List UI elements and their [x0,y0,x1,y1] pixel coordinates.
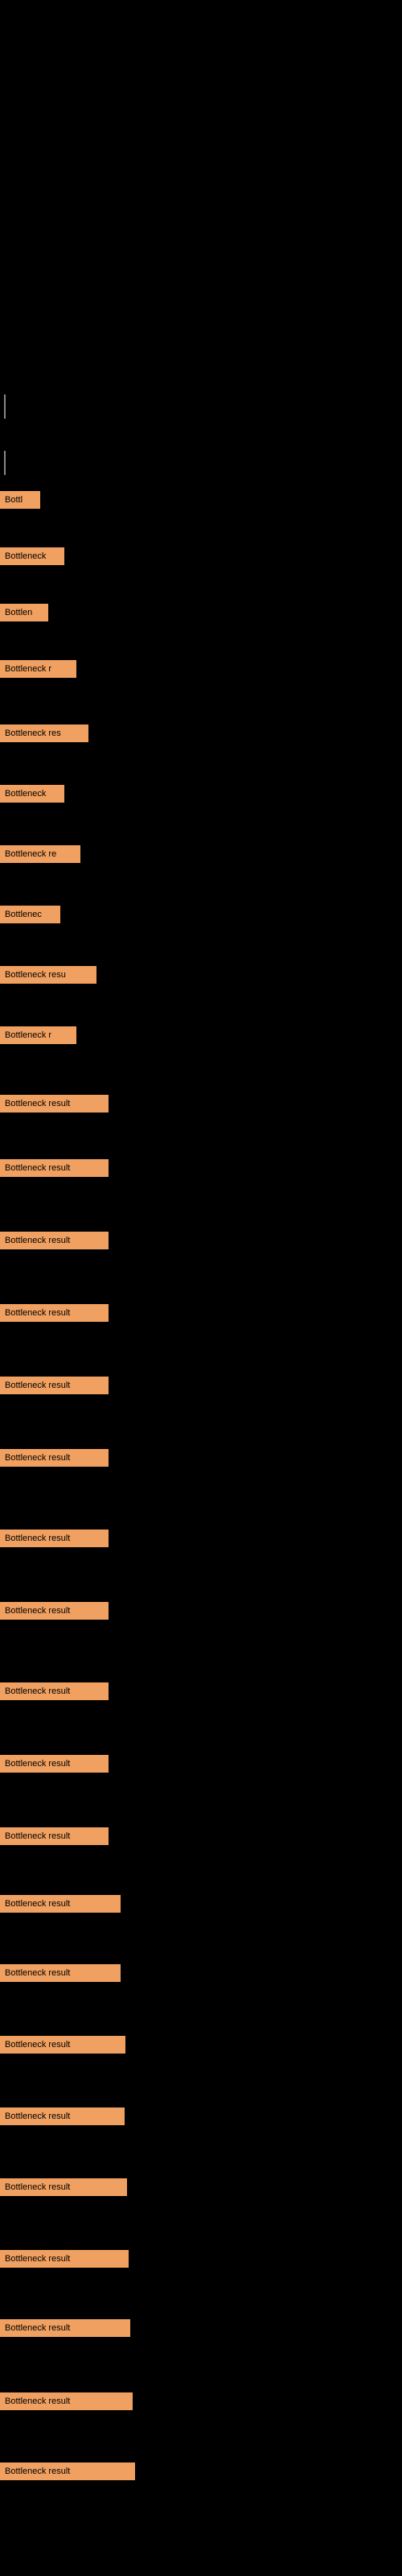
bottleneck-result-item[interactable]: Bottleneck result [0,1682,109,1700]
cursor-line [4,394,6,419]
cursor-line [4,451,6,475]
bottleneck-result-item[interactable]: Bottleneck result [0,1377,109,1394]
bottleneck-result-item[interactable]: Bottleneck result [0,1964,121,1982]
bottleneck-result-item[interactable]: Bottlen [0,604,48,621]
bottleneck-result-item[interactable]: Bottleneck res [0,724,88,742]
bottleneck-result-item[interactable]: Bottleneck r [0,660,76,678]
bottleneck-result-item[interactable]: Bottleneck result [0,1530,109,1547]
bottleneck-result-item[interactable]: Bottleneck result [0,1449,109,1467]
bottleneck-result-item[interactable]: Bottleneck re [0,845,80,863]
bottleneck-result-item[interactable]: Bottleneck result [0,1232,109,1249]
bottleneck-result-item[interactable]: Bottleneck result [0,2178,127,2196]
bottleneck-result-item[interactable]: Bottleneck result [0,1095,109,1113]
bottleneck-result-item[interactable]: Bottleneck result [0,1159,109,1177]
site-title [0,4,402,10]
bottleneck-result-item[interactable]: Bottleneck resu [0,966,96,984]
bottleneck-result-item[interactable]: Bottleneck result [0,1755,109,1773]
bottleneck-result-item[interactable]: Bottleneck result [0,2392,133,2410]
bottleneck-result-item[interactable]: Bottleneck result [0,2319,130,2337]
bottleneck-result-item[interactable]: Bottleneck result [0,1827,109,1845]
bottleneck-result-item[interactable]: Bottleneck result [0,2036,125,2054]
bottleneck-result-item[interactable]: Bottlenec [0,906,60,923]
bottleneck-result-item[interactable]: Bottleneck result [0,2250,129,2268]
bottleneck-result-item[interactable]: Bottl [0,491,40,509]
bottleneck-result-item[interactable]: Bottleneck [0,547,64,565]
bottleneck-result-item[interactable]: Bottleneck r [0,1026,76,1044]
bottleneck-result-item[interactable]: Bottleneck result [0,1602,109,1620]
bottleneck-result-item[interactable]: Bottleneck result [0,2462,135,2480]
bottleneck-result-item[interactable]: Bottleneck [0,785,64,803]
bottleneck-result-item[interactable]: Bottleneck result [0,2107,125,2125]
bottleneck-result-item[interactable]: Bottleneck result [0,1895,121,1913]
bottleneck-result-item[interactable]: Bottleneck result [0,1304,109,1322]
